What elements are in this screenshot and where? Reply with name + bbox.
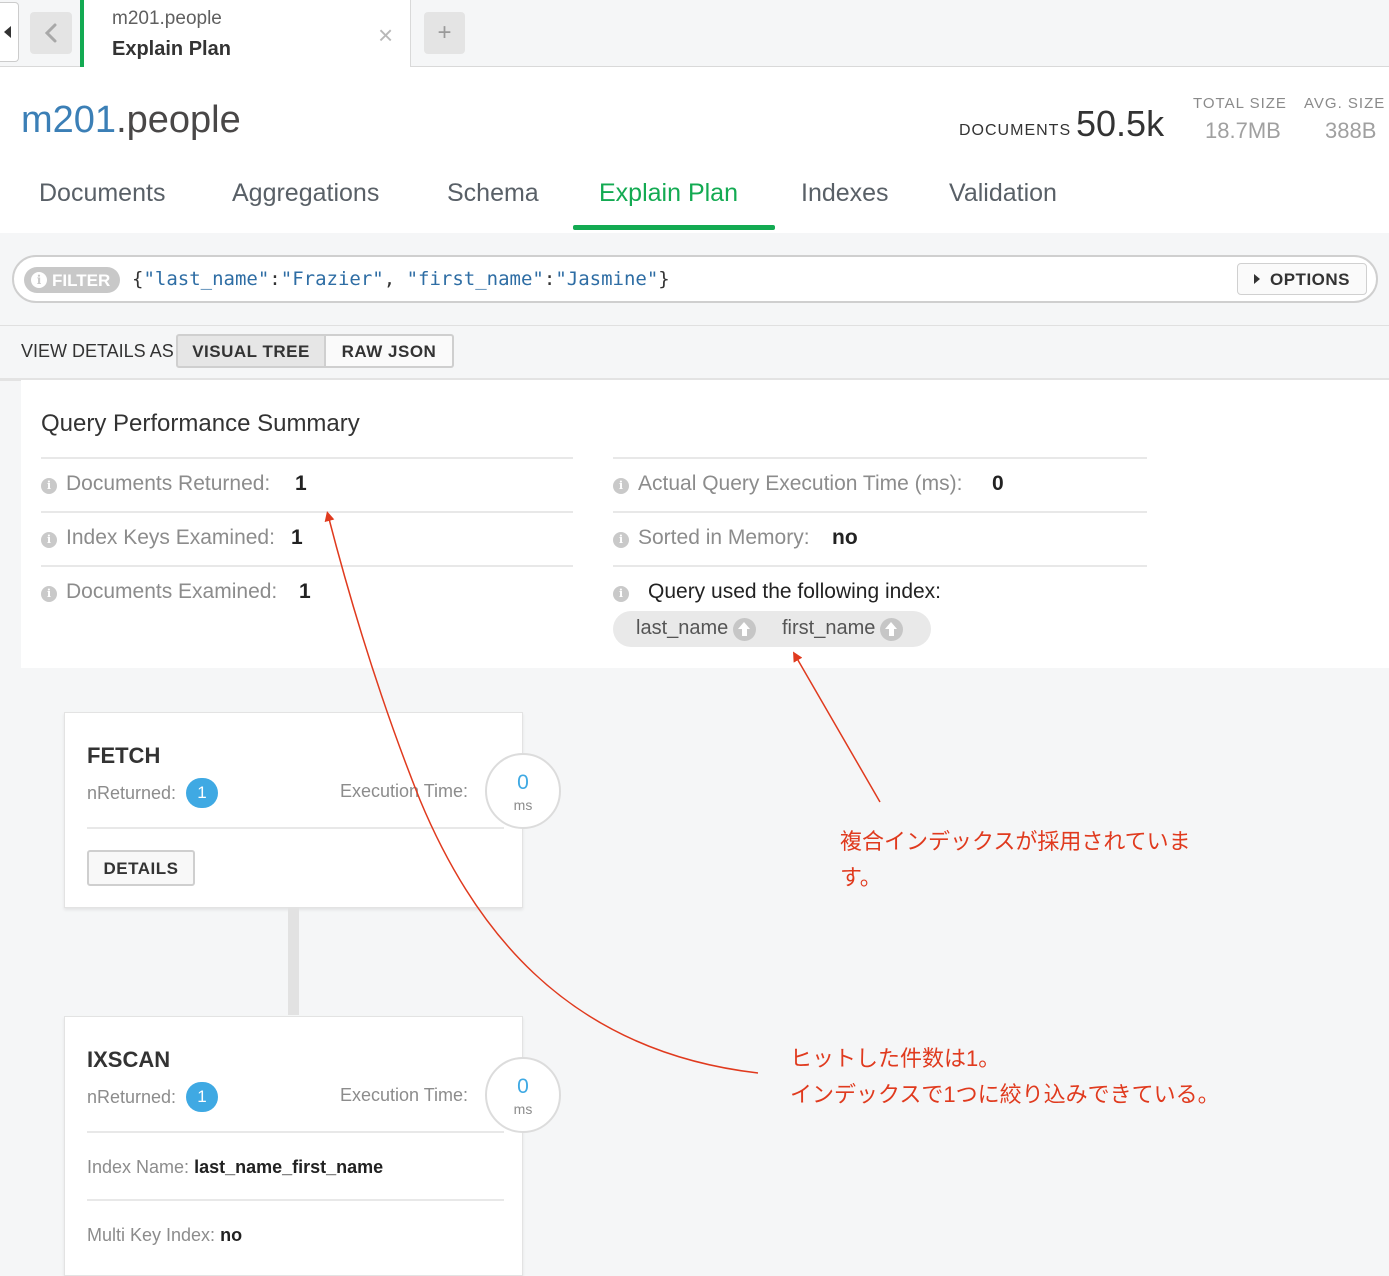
annotation-note-returned: ヒットした件数は1。 インデックスで1つに絞り込みできている。 [790,1041,1220,1113]
annotation-note-returned-line2: インデックスで1つに絞り込みできている。 [790,1082,1220,1107]
annotation-arrow-index [792,651,881,803]
annotation-note-index: 複合インデックスが採用されていま す。 [840,824,1191,896]
annotation-arrow-returned [324,511,759,1074]
annotation-note-returned-line1: ヒットした件数は1。 [790,1046,1001,1071]
annotation-note-index-line2: す。 [840,865,882,890]
annotation-note-index-line1: 複合インデックスが採用されていま [840,829,1191,854]
